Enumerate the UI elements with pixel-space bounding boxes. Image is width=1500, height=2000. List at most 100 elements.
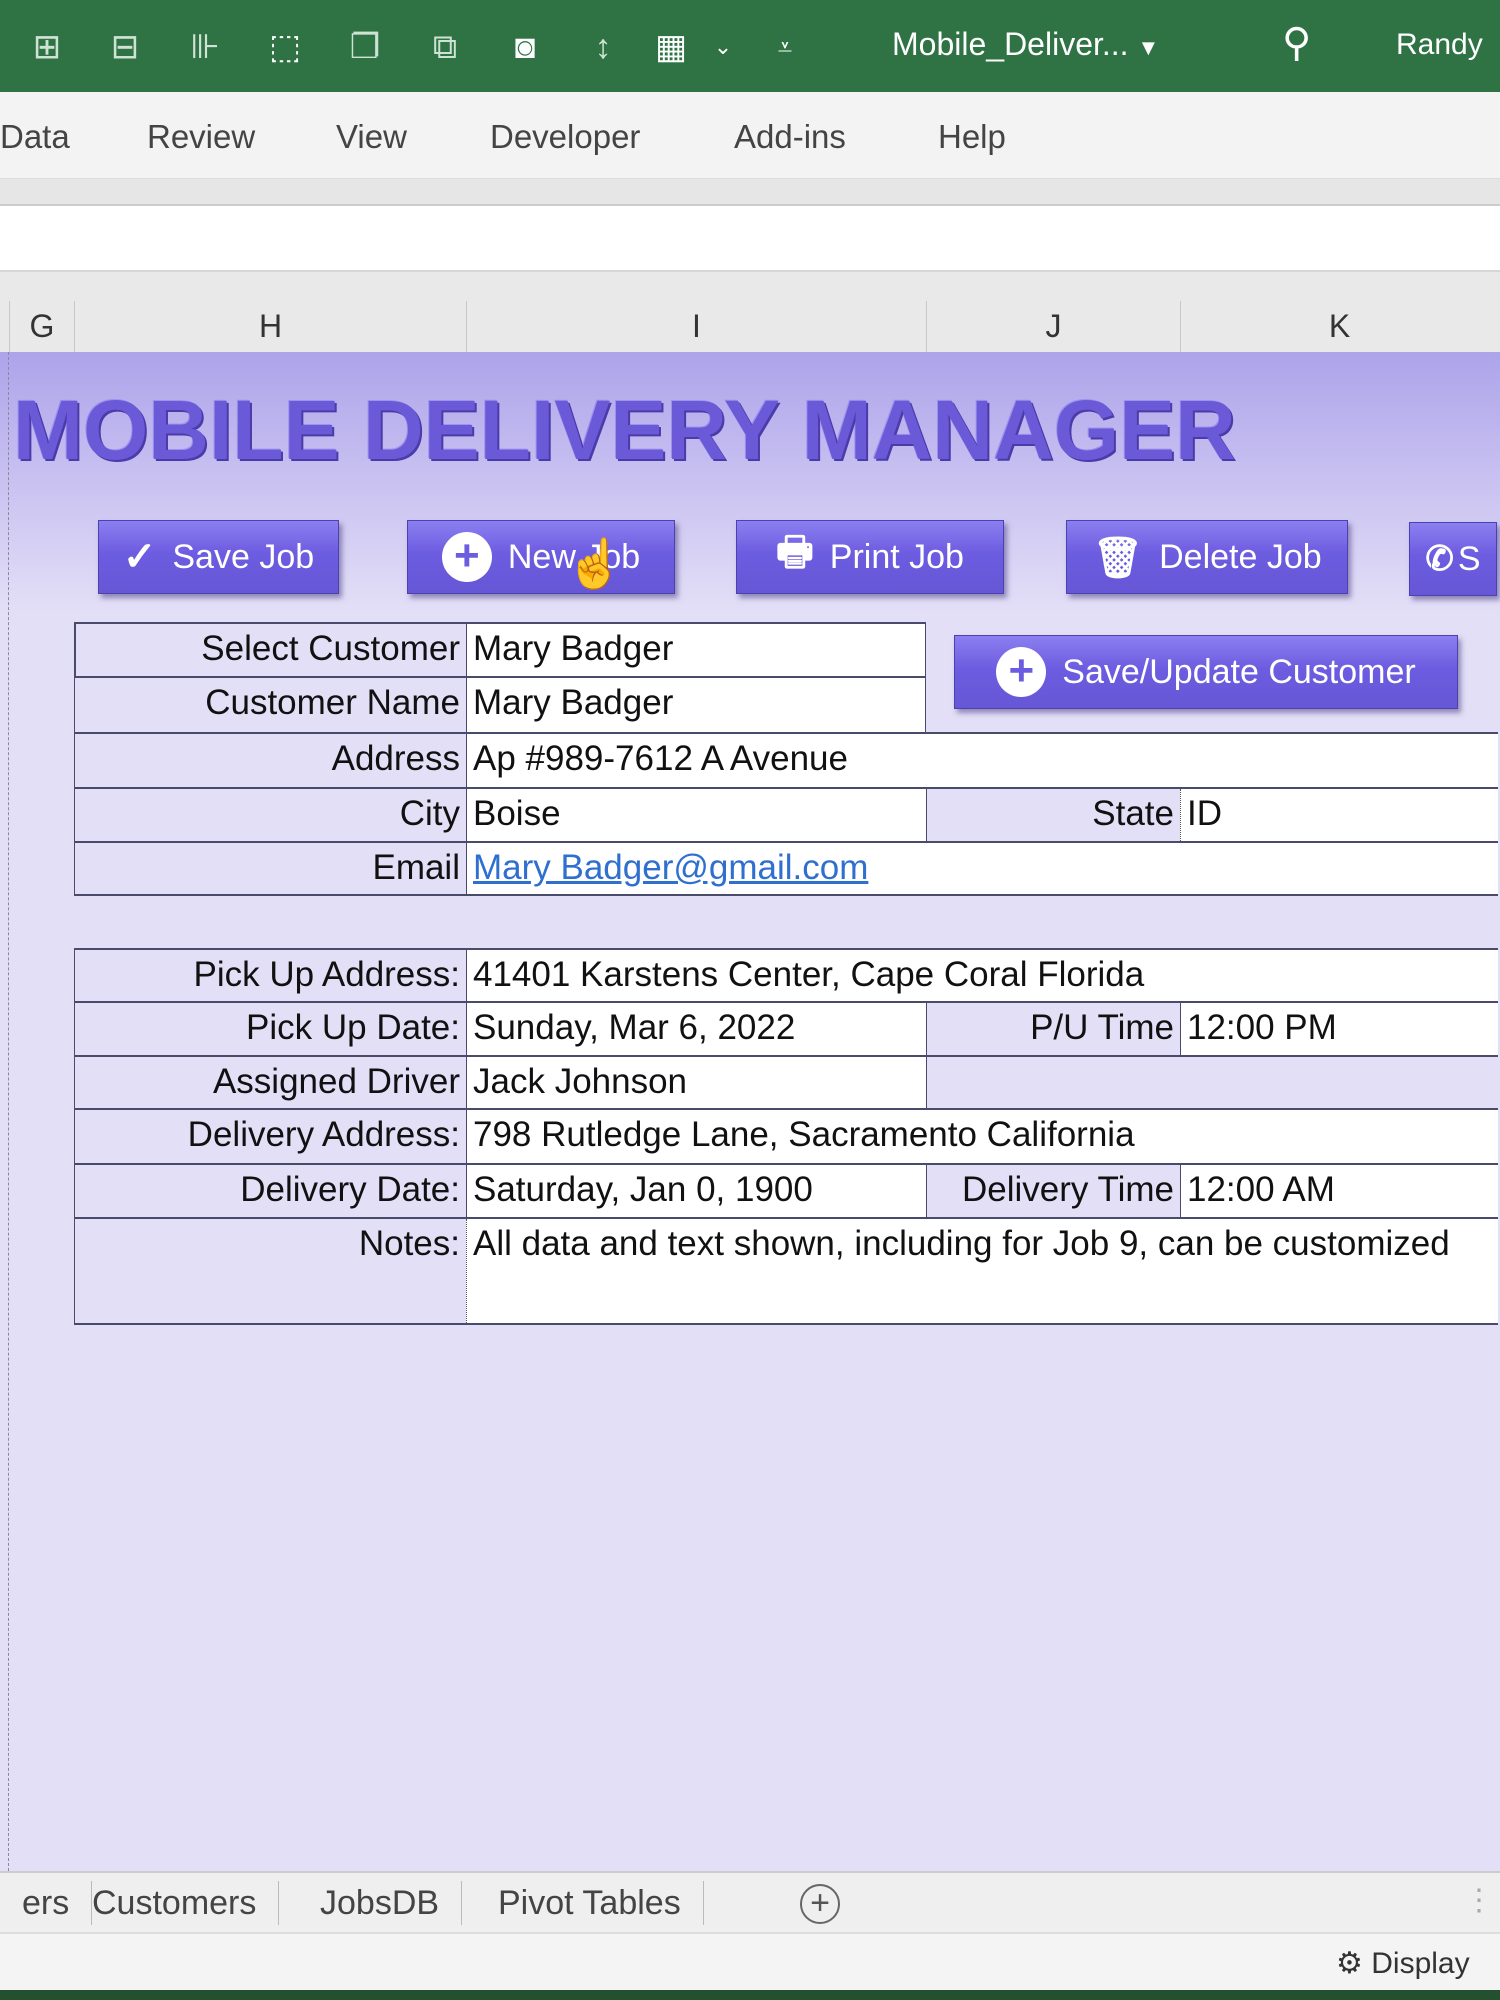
select-objects-icon[interactable]: ⬚ [264, 26, 306, 68]
save-update-customer-label: Save/Update Customer [1062, 652, 1416, 691]
customer-name-label: Customer Name [74, 678, 466, 732]
mobile-send-icon: ✆ [1425, 540, 1454, 578]
align-middle-icon[interactable]: ⊪ [184, 26, 226, 68]
print-job-label: Print Job [829, 537, 964, 576]
search-icon[interactable]: ⚲ [1282, 20, 1311, 66]
chevron-down-icon[interactable]: ⌄ [702, 26, 744, 68]
camera-icon[interactable]: ◙ [504, 26, 546, 68]
delivery-date-label: Delivery Date: [74, 1165, 466, 1217]
delivery-address-row: Delivery Address: 798 Rutledge Lane, Sac… [74, 1108, 1498, 1163]
add-sheet-icon[interactable]: + [800, 1884, 840, 1924]
select-customer-dropdown[interactable]: Mary Badger [466, 624, 926, 676]
display-settings-icon: ⚙ [1336, 1947, 1363, 1980]
save-job-label: Save Job [172, 537, 315, 576]
tab-help[interactable]: Help [938, 118, 1006, 156]
assigned-driver-field[interactable]: Jack Johnson [466, 1057, 926, 1108]
pickup-date-row: Pick Up Date: Sunday, Mar 6, 2022 P/U Ti… [74, 1001, 1498, 1055]
send-job-label: S [1457, 539, 1481, 578]
sheet-tab-pivot-tables[interactable]: Pivot Tables [476, 1881, 704, 1925]
delivery-address-label: Delivery Address: [74, 1110, 466, 1163]
delivery-date-row: Delivery Date: Saturday, Jan 0, 1900 Del… [74, 1163, 1498, 1217]
checkmark-icon: ✓ [122, 535, 157, 579]
city-label: City [74, 789, 466, 841]
delivery-time-field[interactable]: 12:00 AM [1180, 1165, 1498, 1217]
address-row: Address Ap #989-7612 A Avenue [74, 732, 1498, 787]
assigned-driver-row: Assigned Driver Jack Johnson [74, 1055, 1498, 1108]
sheet-tab-customers[interactable]: Customers [70, 1881, 280, 1925]
column-f-edge [0, 352, 9, 1871]
align-center-icon[interactable]: ⊟ [104, 26, 146, 68]
user-name[interactable]: Randy [1396, 28, 1483, 62]
empty-cell [926, 1057, 1498, 1108]
pickup-address-field[interactable]: 41401 Karstens Center, Cape Coral Florid… [466, 950, 1498, 1001]
send-backward-icon[interactable]: ⧉ [424, 26, 466, 68]
new-job-button[interactable]: + New Job [407, 520, 675, 594]
printer-icon: 🖶 [776, 530, 814, 574]
column-header-h[interactable]: H [74, 301, 466, 352]
formula-bar[interactable] [0, 204, 1500, 272]
customer-name-field[interactable]: Mary Badger [466, 678, 926, 732]
pickup-date-field[interactable]: Sunday, Mar 6, 2022 [466, 1003, 926, 1055]
tab-developer[interactable]: Developer [490, 118, 640, 156]
delete-job-button[interactable]: 🗑 Delete Job [1066, 520, 1348, 594]
hand-cursor-icon: ☝ [565, 538, 625, 591]
address-field[interactable]: Ap #989-7612 A Avenue [466, 734, 1498, 787]
pickup-date-label: Pick Up Date: [74, 1003, 466, 1055]
plus-circle-icon: + [996, 647, 1047, 697]
city-field[interactable]: Boise [466, 789, 926, 841]
customer-name-row: Customer Name Mary Badger [74, 676, 926, 732]
assigned-driver-label: Assigned Driver [74, 1057, 466, 1108]
tab-add-ins[interactable]: Add-ins [734, 118, 846, 156]
save-job-button[interactable]: ✓ Save Job [98, 520, 339, 594]
customize-toolbar-icon[interactable]: ⩡ [764, 26, 806, 68]
notes-label: Notes: [74, 1219, 466, 1323]
title-bar: ⊞ ⊟ ⊪ ⬚ ❐ ⧉ ◙ ↕ ▦ ⌄ ⩡ Mobile_Deliver... … [0, 0, 1500, 92]
group-icon[interactable]: ⊞ [26, 26, 68, 68]
plus-circle-icon: + [441, 532, 492, 582]
document-title-text: Mobile_Deliver... [892, 26, 1129, 62]
delete-job-label: Delete Job [1159, 537, 1322, 576]
pickup-address-row: Pick Up Address: 41401 Karstens Center, … [74, 948, 1498, 1001]
email-link[interactable]: Mary Badger@gmail.com [473, 848, 868, 887]
column-header-k[interactable]: K [1180, 301, 1498, 352]
email-label: Email [74, 843, 466, 894]
select-customer-label: Select Customer [74, 624, 466, 676]
app-title: MOBILE DELIVERY MANAGER [13, 383, 1236, 477]
display-label: Display [1371, 1947, 1470, 1980]
delivery-address-field[interactable]: 798 Rutledge Lane, Sacramento California [466, 1110, 1498, 1163]
tab-view[interactable]: View [336, 118, 407, 156]
address-label: Address [74, 734, 466, 787]
sheet-tab-jobsdb[interactable]: JobsDB [298, 1881, 463, 1925]
format-table-icon[interactable]: ▦ [650, 26, 692, 68]
sheet-tabs-bar: ers Customers JobsDB Pivot Tables + ⋮ [0, 1871, 1500, 1932]
send-job-button[interactable]: ✆ S [1409, 522, 1497, 596]
select-customer-row: Select Customer Mary Badger [74, 622, 926, 676]
email-row: Email Mary Badger@gmail.com [74, 841, 1498, 896]
ribbon-collapsed-area [0, 179, 1500, 204]
tab-review[interactable]: Review [147, 118, 255, 156]
state-label: State [926, 789, 1180, 841]
save-update-customer-button[interactable]: + Save/Update Customer [954, 635, 1458, 709]
document-title[interactable]: Mobile_Deliver... ▼ [892, 26, 1159, 63]
trash-icon: 🗑 [1092, 535, 1144, 580]
print-job-button[interactable]: 🖶 Print Job [736, 520, 1004, 594]
pu-time-field[interactable]: 12:00 PM [1180, 1003, 1498, 1055]
column-headers: G H I J K [0, 272, 1500, 352]
notes-field[interactable]: All data and text shown, including for J… [466, 1219, 1498, 1323]
tab-data[interactable]: Data [0, 118, 70, 156]
distribute-icon[interactable]: ↕ [582, 26, 624, 68]
display-settings-button[interactable]: ⚙ Display [1336, 1946, 1470, 1981]
pu-time-label: P/U Time [926, 1003, 1180, 1055]
taskbar-edge [0, 1990, 1500, 2000]
column-header-g[interactable]: G [9, 301, 74, 352]
scroll-splitter-icon[interactable]: ⋮ [1464, 1883, 1494, 1918]
email-field[interactable]: Mary Badger@gmail.com [466, 843, 1498, 894]
state-field[interactable]: ID [1180, 789, 1498, 841]
ribbon-tabs: Data Review View Developer Add-ins Help [0, 92, 1500, 179]
delivery-time-label: Delivery Time [926, 1165, 1180, 1217]
column-header-i[interactable]: I [466, 301, 926, 352]
notes-row: Notes: All data and text shown, includin… [74, 1217, 1498, 1325]
delivery-date-field[interactable]: Saturday, Jan 0, 1900 [466, 1165, 926, 1217]
column-header-j[interactable]: J [926, 301, 1180, 352]
bring-forward-icon[interactable]: ❐ [344, 26, 386, 68]
